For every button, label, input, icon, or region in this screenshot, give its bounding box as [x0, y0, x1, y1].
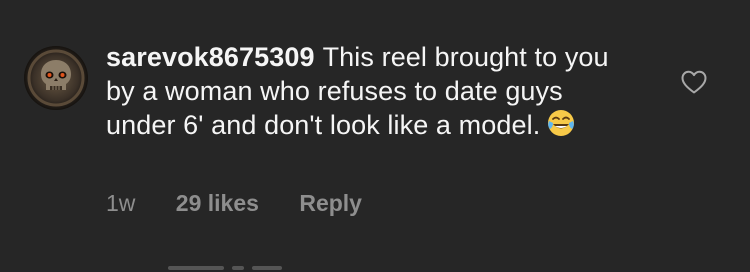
- likes-count[interactable]: 29 likes: [176, 190, 259, 217]
- peek-bar: [252, 266, 282, 270]
- comment-meta: 1w 29 likes Reply: [106, 190, 362, 217]
- next-item-peek: [168, 262, 298, 272]
- heart-outline-icon[interactable]: [680, 68, 708, 96]
- comment: sarevok8675309 This reel brought to you b…: [0, 0, 750, 272]
- face-with-tears-of-joy-icon: [546, 108, 576, 138]
- peek-bar: [168, 266, 224, 270]
- peek-bar: [232, 266, 244, 270]
- comment-timestamp: 1w: [106, 190, 136, 216]
- comment-text-block: sarevok8675309 This reel brought to you b…: [106, 40, 626, 142]
- avatar[interactable]: [24, 46, 88, 110]
- reply-button[interactable]: Reply: [299, 190, 362, 217]
- skull-avatar-icon: [24, 46, 88, 110]
- comment-body: sarevok8675309 This reel brought to you b…: [106, 40, 626, 142]
- comment-username[interactable]: sarevok8675309: [106, 42, 315, 72]
